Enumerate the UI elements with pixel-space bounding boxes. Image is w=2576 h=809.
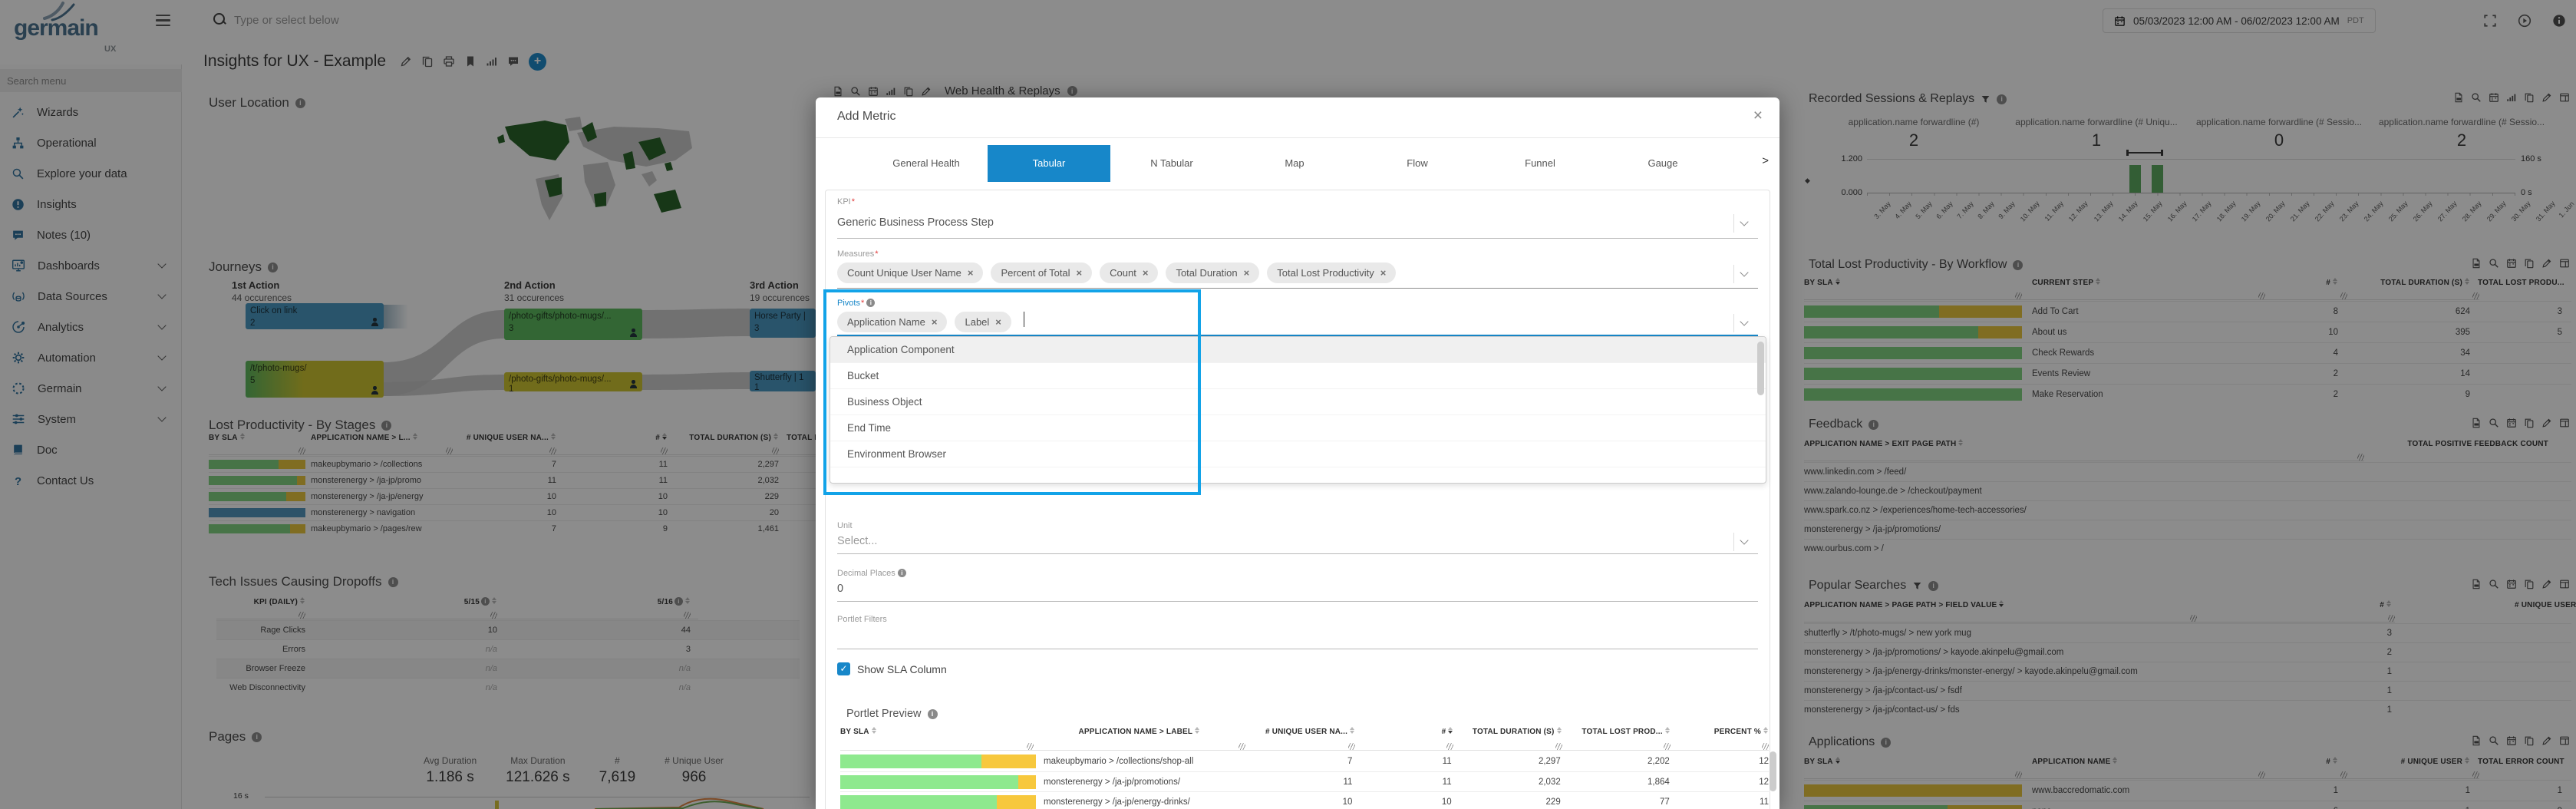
dropdown-option[interactable]: Business Object: [830, 389, 1766, 415]
measure-chip[interactable]: Count Unique User Name×: [837, 263, 983, 283]
sort-icon: [1350, 727, 1355, 734]
measure-chip[interactable]: Percent of Total×: [991, 263, 1092, 283]
remove-chip-icon[interactable]: ×: [1077, 267, 1083, 279]
pivot-chip[interactable]: Label×: [955, 312, 1011, 332]
decimal-input[interactable]: 0: [837, 583, 843, 595]
scrollbar-thumb[interactable]: [1757, 342, 1764, 395]
measures-caret[interactable]: [1733, 265, 1753, 283]
unit-label: Unit: [837, 521, 853, 530]
remove-chip-icon[interactable]: ×: [932, 316, 938, 328]
tab-map[interactable]: Map: [1233, 145, 1356, 182]
field-underline: [837, 238, 1758, 239]
chevron-down-icon: [1740, 268, 1748, 276]
remove-chip-icon[interactable]: ×: [1244, 267, 1250, 279]
show-sla-label: Show SLA Column: [857, 663, 947, 675]
kpi-select[interactable]: Generic Business Process Step: [837, 216, 994, 229]
column-header[interactable]: BY SLA: [840, 727, 1034, 736]
tab-gauge[interactable]: Gauge: [1601, 145, 1724, 182]
column-header[interactable]: # UNIQUE USER NA...: [1245, 727, 1355, 736]
table-row[interactable]: monsterenergy > /ja-jp/energy-drinks/101…: [840, 791, 1769, 809]
tab-general-health[interactable]: General Health: [865, 145, 988, 182]
sort-icon: [872, 727, 877, 734]
measure-chip[interactable]: Total Lost Productivity×: [1267, 263, 1396, 283]
unit-select[interactable]: Select...: [837, 535, 877, 547]
field-underline: [837, 553, 1758, 554]
chevron-down-icon: [1740, 317, 1748, 325]
modal-title: Add Metric: [837, 110, 895, 124]
info-icon[interactable]: i: [928, 709, 938, 719]
tab-n-tabular[interactable]: N Tabular: [1110, 145, 1233, 182]
sort-icon: [1665, 727, 1671, 734]
remove-chip-icon[interactable]: ×: [968, 267, 974, 279]
column-header[interactable]: TOTAL LOST PROD...: [1562, 727, 1671, 736]
remove-chip-icon[interactable]: ×: [1380, 267, 1387, 279]
sort-icon: [1448, 727, 1453, 734]
table-row[interactable]: makeupbymario > /collections/shop-all711…: [840, 751, 1769, 771]
dropdown-option[interactable]: Application Component: [830, 337, 1766, 363]
measure-chip[interactable]: Total Duration×: [1166, 263, 1259, 283]
add-metric-modal: Add Metric × General Health Tabular N Ta…: [816, 97, 1779, 809]
tab-flow[interactable]: Flow: [1356, 145, 1479, 182]
pivot-chip[interactable]: Application Name×: [837, 312, 947, 332]
pivots-label: Pivots* i: [837, 299, 875, 308]
sort-icon: [1195, 727, 1200, 734]
dropdown-option[interactable]: End Time: [830, 415, 1766, 441]
kpi-label: KPI*: [837, 197, 855, 206]
column-header[interactable]: TOTAL DURATION (S): [1453, 727, 1562, 736]
field-underline: [837, 601, 1758, 602]
divider: [816, 137, 1779, 138]
info-icon[interactable]: i: [866, 299, 875, 307]
measure-chip[interactable]: Count×: [1100, 263, 1158, 283]
tab-funnel[interactable]: Funnel: [1479, 145, 1601, 182]
dropdown-option[interactable]: Environment Browser: [830, 441, 1766, 467]
measures-chips: Count Unique User Name× Percent of Total…: [837, 263, 1396, 283]
modal-tabs: General Health Tabular N Tabular Map Flo…: [865, 145, 1724, 182]
portlet-filters-label: Portlet Filters: [837, 615, 887, 624]
decimal-label: Decimal Places i: [837, 569, 906, 578]
dropdown-option[interactable]: Bucket: [830, 363, 1766, 389]
tab-tabular[interactable]: Tabular: [988, 145, 1110, 182]
column-header[interactable]: APPLICATION NAME > LABEL: [1034, 727, 1245, 736]
info-icon[interactable]: i: [898, 569, 906, 577]
unit-caret[interactable]: [1733, 533, 1753, 551]
pivots-dropdown: Application Component Bucket Business Ob…: [830, 336, 1766, 484]
tabs-more-chevron[interactable]: >: [1762, 154, 1769, 167]
column-header[interactable]: #: [1355, 727, 1453, 736]
remove-chip-icon[interactable]: ×: [1143, 267, 1149, 279]
sort-icon: [1763, 727, 1769, 734]
chevron-down-icon: [1740, 536, 1748, 544]
measures-label: Measures*: [837, 249, 879, 259]
column-header[interactable]: PERCENT %: [1671, 727, 1769, 736]
remove-chip-icon[interactable]: ×: [995, 316, 1001, 328]
scrollbar-thumb[interactable]: [1770, 751, 1776, 791]
close-icon[interactable]: ×: [1753, 107, 1763, 125]
show-sla-checkbox[interactable]: ✓: [837, 662, 850, 675]
pivots-chips: Application Name× Label×: [837, 312, 1024, 332]
table-row[interactable]: monsterenergy > /ja-jp/promotions/11112,…: [840, 771, 1769, 791]
field-underline: [837, 288, 1758, 289]
pivots-caret[interactable]: [1733, 314, 1753, 332]
kpi-caret[interactable]: [1733, 214, 1753, 233]
sort-icon: [1557, 727, 1562, 734]
preview-title: Portlet Previewi: [846, 708, 938, 720]
chevron-down-icon: [1740, 217, 1748, 226]
app-root: germain UX 05/03/2023 12:00 AM - 06/02/2…: [0, 0, 2576, 809]
